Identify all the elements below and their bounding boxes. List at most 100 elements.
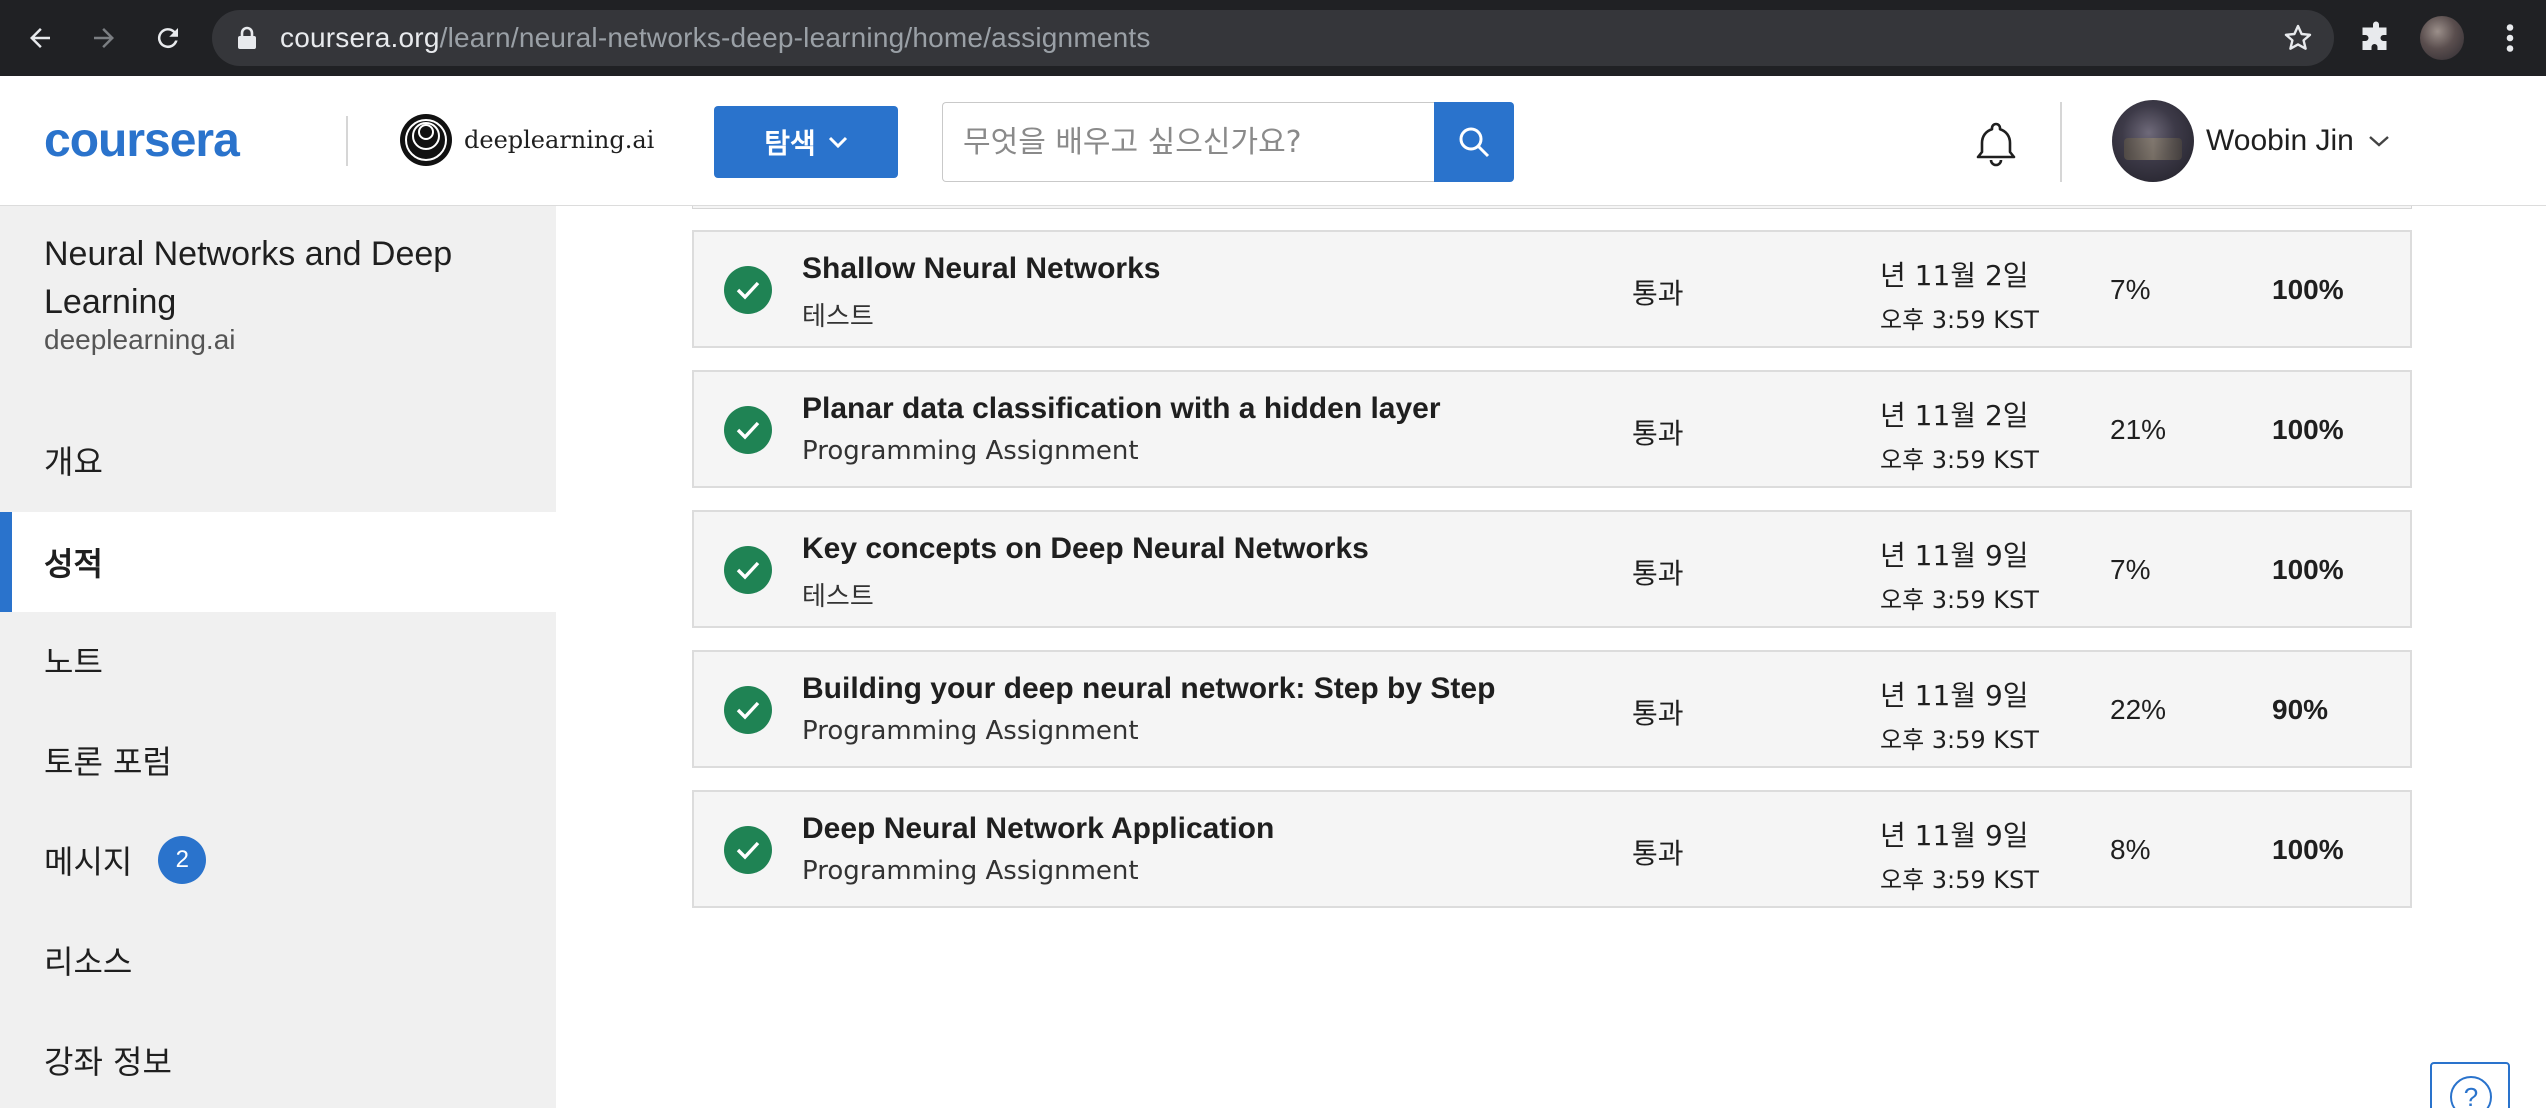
coursera-logo[interactable]: coursera — [44, 116, 300, 166]
grades-content: Shallow Neural Networks 테스트 통과 년 11월 2일 … — [556, 206, 2546, 1108]
assignment-type: Programming Assignment — [802, 436, 1139, 466]
sidebar-item-forums[interactable]: 토론 포럼 — [0, 710, 556, 810]
sidebar-item-notes[interactable]: 노트 — [0, 610, 556, 710]
sidebar-item-messages[interactable]: 메시지 2 — [0, 810, 556, 910]
sidebar-item-course-info[interactable]: 강좌 정보 — [0, 1010, 556, 1108]
partner-logo[interactable]: deeplearning.ai — [398, 110, 654, 170]
previous-row-edge — [692, 206, 2412, 209]
site-header: coursera deeplearning.ai 탐색 Woobin Jin — [0, 76, 2546, 206]
check-icon — [724, 406, 772, 454]
sidebar-item-label: 개요 — [44, 443, 103, 481]
assignment-row[interactable]: Shallow Neural Networks 테스트 통과 년 11월 2일 … — [692, 230, 2412, 348]
assignment-grade: 100% — [2272, 554, 2344, 585]
extensions-icon[interactable] — [2358, 20, 2394, 56]
sidebar-item-label: 성적 — [44, 545, 103, 583]
assignment-name[interactable]: Shallow Neural Networks — [802, 252, 1160, 286]
due-date: 년 11월 9일 — [1880, 539, 2029, 572]
url-host: coursera.org — [280, 22, 440, 53]
due-time: 오후 3:59 KST — [1880, 586, 2039, 614]
header-divider — [346, 116, 348, 166]
due-date: 년 11월 2일 — [1880, 259, 2029, 292]
assignment-row[interactable]: Key concepts on Deep Neural Networks 테스트… — [692, 510, 2412, 628]
assignment-type: Programming Assignment — [802, 716, 1139, 746]
sidebar-item-label: 메시지 — [44, 843, 133, 881]
assignment-type: Programming Assignment — [802, 856, 1139, 886]
course-title[interactable]: Neural Networks and Deep Learning — [44, 230, 524, 326]
assignment-name[interactable]: Planar data classification with a hidden… — [802, 392, 1441, 426]
check-icon — [724, 826, 772, 874]
coursera-logo-text: coursera — [44, 116, 240, 166]
lock-icon — [238, 26, 256, 49]
due-time: 오후 3:59 KST — [1880, 306, 2039, 334]
assignment-status: 통과 — [1632, 277, 1684, 310]
assignment-weight: 8% — [2110, 834, 2151, 865]
deeplearning-logo-icon — [400, 114, 452, 166]
back-button[interactable] — [18, 16, 62, 60]
assignment-grade: 100% — [2272, 834, 2344, 865]
search-box — [942, 102, 1434, 182]
partner-name: deeplearning.ai — [464, 126, 655, 154]
assignment-status: 통과 — [1632, 417, 1684, 450]
sidebar-item-resources[interactable]: 리소스 — [0, 910, 556, 1010]
check-icon — [724, 686, 772, 734]
assignment-row[interactable]: Planar data classification with a hidden… — [692, 370, 2412, 488]
check-icon — [724, 266, 772, 314]
sidebar-item-label: 강좌 정보 — [44, 1043, 172, 1081]
sidebar-item-overview[interactable]: 개요 — [0, 410, 556, 510]
assignment-type: 테스트 — [802, 302, 874, 332]
url-text: coursera.org/learn/neural-networks-deep-… — [280, 24, 1151, 52]
url-path: /learn/neural-networks-deep-learning/hom… — [439, 22, 1151, 53]
assignment-grade: 90% — [2272, 694, 2329, 725]
sidebar-item-label: 노트 — [44, 643, 103, 681]
browser-profile-avatar[interactable] — [2420, 16, 2464, 60]
user-menu[interactable]: Woobin Jin — [2112, 100, 2390, 182]
sidebar-item-label: 토론 포럼 — [44, 743, 172, 781]
course-org: deeplearning.ai — [44, 324, 236, 355]
back-icon — [30, 28, 50, 48]
more-menu-icon[interactable] — [2492, 20, 2528, 56]
assignment-status: 통과 — [1632, 697, 1684, 730]
chevron-down-icon — [828, 136, 847, 149]
assignment-status: 통과 — [1632, 837, 1684, 870]
star-icon[interactable] — [2282, 22, 2314, 54]
assignment-type: 테스트 — [802, 582, 874, 612]
search-icon — [1459, 127, 1490, 158]
assignment-grade: 100% — [2272, 274, 2344, 305]
assignment-row[interactable]: Deep Neural Network Application Programm… — [692, 790, 2412, 908]
assignment-grade: 100% — [2272, 414, 2344, 445]
assignment-name[interactable]: Key concepts on Deep Neural Networks — [802, 532, 1369, 566]
assignment-name[interactable]: Building your deep neural network: Step … — [802, 672, 1495, 706]
sidebar-item-label: 리소스 — [44, 943, 133, 981]
due-date: 년 11월 9일 — [1880, 819, 2029, 852]
explore-button[interactable]: 탐색 — [714, 106, 898, 178]
check-icon — [724, 546, 772, 594]
search-button[interactable] — [1434, 102, 1514, 182]
forward-icon — [94, 28, 114, 48]
chevron-down-icon — [2369, 136, 2389, 147]
explore-label: 탐색 — [764, 128, 816, 159]
due-date: 년 11월 2일 — [1880, 399, 2029, 432]
course-sidebar: Neural Networks and Deep Learning deeple… — [0, 206, 556, 1108]
avatar — [2112, 100, 2194, 182]
browser-toolbar: coursera.org/learn/neural-networks-deep-… — [0, 0, 2546, 76]
due-time: 오후 3:59 KST — [1880, 866, 2039, 894]
header-divider-user — [2060, 102, 2062, 182]
assignment-weight: 21% — [2110, 414, 2167, 445]
due-time: 오후 3:59 KST — [1880, 726, 2039, 754]
due-date: 년 11월 9일 — [1880, 679, 2029, 712]
assignment-weight: 22% — [2110, 694, 2167, 725]
due-time: 오후 3:59 KST — [1880, 446, 2039, 474]
help-icon: ? — [2450, 1076, 2492, 1108]
assignment-name[interactable]: Deep Neural Network Application — [802, 812, 1274, 846]
bell-icon[interactable] — [1968, 116, 2024, 172]
user-name: Woobin Jin — [2206, 124, 2354, 157]
message-count-badge: 2 — [158, 836, 207, 884]
address-bar[interactable]: coursera.org/learn/neural-networks-deep-… — [212, 10, 2334, 66]
forward-button[interactable] — [82, 16, 126, 60]
help-button[interactable]: ? — [2430, 1062, 2510, 1108]
reload-button[interactable] — [146, 16, 190, 60]
assignment-row[interactable]: Building your deep neural network: Step … — [692, 650, 2412, 768]
search-input[interactable] — [943, 103, 1434, 181]
assignment-weight: 7% — [2110, 554, 2151, 585]
sidebar-item-grades[interactable]: 성적 — [0, 512, 556, 612]
